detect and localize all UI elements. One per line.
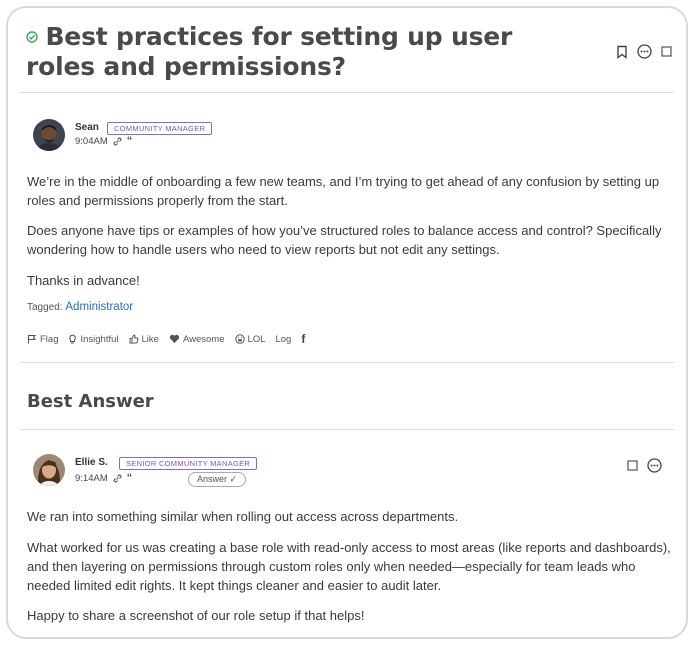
more-options-icon[interactable] [637,44,652,59]
checkbox-icon[interactable] [661,46,672,57]
accepted-answer-badge: Answer ✓ [188,472,247,487]
permalink-icon[interactable] [113,137,122,146]
answer-paragraph: What worked for us was creating a base r… [27,540,671,593]
page-title: Best practices for setting up user roles… [26,22,513,81]
post-time[interactable]: 9:04AM [75,136,108,147]
answer-tools [627,458,662,473]
tagged-label: Tagged: [27,302,63,313]
post-meta: 9:14AM “ [75,473,133,485]
like-label: Like [141,333,159,345]
question-tools [616,44,672,59]
quote-icon[interactable]: “ [127,136,133,147]
avatar[interactable] [33,119,65,151]
bookmark-icon[interactable] [616,45,628,59]
question-header: Best practices for setting up user roles… [26,22,586,82]
tag-link[interactable]: Administrator [65,301,133,313]
question-paragraph: We’re in the middle of onboarding a few … [27,174,660,208]
more-options-icon[interactable] [647,458,662,473]
answer-paragraph: We ran into something similar when rolli… [27,509,459,524]
log-label: Log [275,333,292,345]
reaction-bar: Flag Insightful Like Awesome LOL Log f [27,332,305,346]
check-circle-icon [26,31,38,43]
role-badge: SENIOR COMMUNITY MANAGER [119,457,258,470]
heart-icon [169,334,180,344]
flag-icon [27,334,37,344]
answer-paragraph: Happy to share a screenshot of our role … [27,608,365,623]
awesome-label: Awesome [182,333,225,345]
awesome-button[interactable]: Awesome [169,334,225,345]
laugh-icon [234,334,245,344]
insightful-label: Insightful [80,333,119,345]
role-badge: COMMUNITY MANAGER [107,122,213,135]
like-button[interactable]: Like [129,334,159,345]
quote-icon[interactable]: “ [127,473,133,484]
question-paragraph: Thanks in advance! [27,273,140,288]
avatar[interactable] [33,454,65,486]
lol-button[interactable]: LOL [234,333,266,345]
discussion-card: Best practices for setting up user roles… [6,6,688,639]
lightbulb-icon [68,334,77,344]
permalink-icon[interactable] [113,474,122,483]
author-name[interactable]: Sean [75,122,99,133]
log-button[interactable]: Log [275,334,291,345]
insightful-button[interactable]: Insightful [68,333,119,345]
divider [20,429,674,430]
facebook-icon: f [301,332,306,346]
question-paragraph: Does anyone have tips or examples of how… [27,223,662,257]
facebook-share-button[interactable]: f [301,332,305,346]
author-name[interactable]: Ellie S. [75,457,108,468]
lol-label: LOL [247,333,266,345]
divider [20,362,674,363]
post-time[interactable]: 9:14AM [75,473,108,484]
post-meta: 9:04AM “ [75,136,133,148]
checkbox-icon[interactable] [627,460,638,471]
flag-button[interactable]: Flag [27,334,58,345]
tags-line: Tagged: Administrator [27,301,133,313]
flag-label: Flag [40,333,59,345]
divider [20,92,674,93]
best-answer-heading: Best Answer [27,391,154,412]
thumbs-up-icon [129,334,139,344]
